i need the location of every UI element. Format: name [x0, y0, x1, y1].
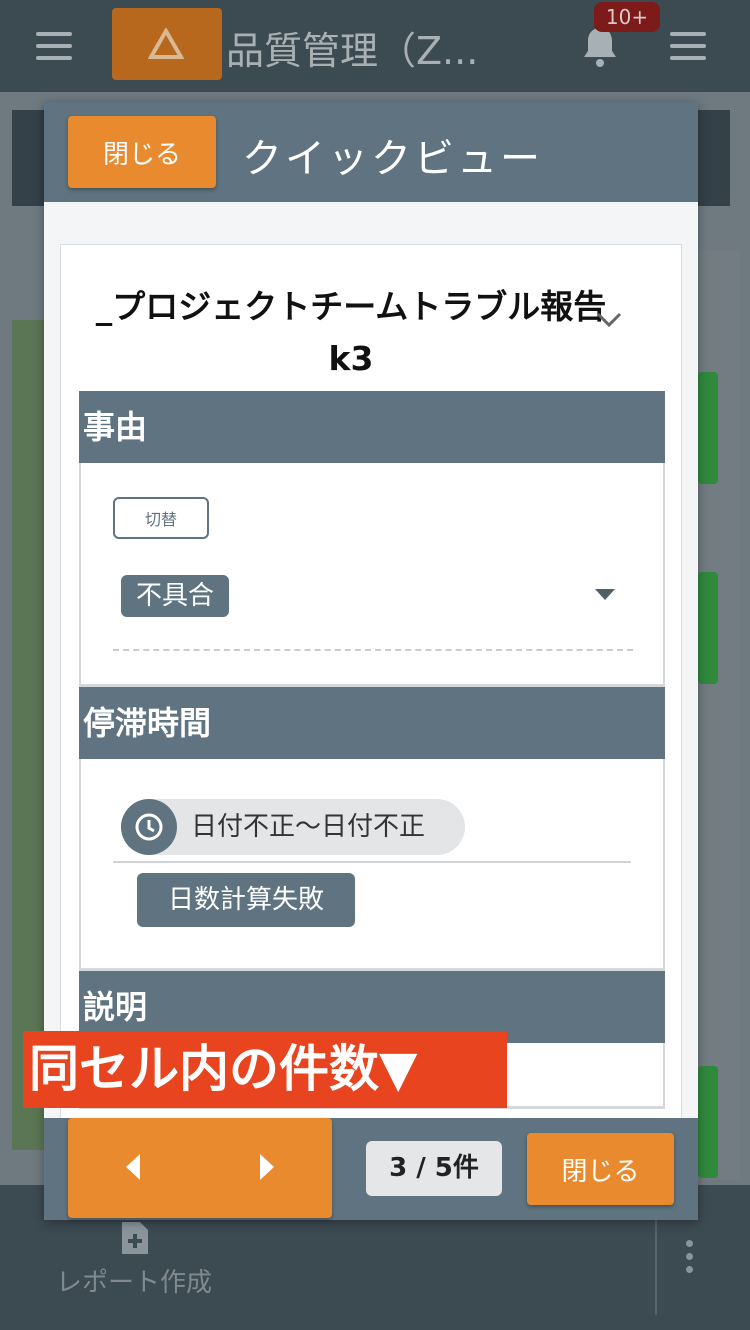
annotation-label: 同セル内の件数▼	[23, 1031, 507, 1108]
chevron-down-icon[interactable]	[595, 311, 623, 329]
modal-title: クイックビュー	[242, 136, 543, 182]
days-calculation-chip: 日数計算失敗	[137, 873, 355, 927]
previous-arrow-icon[interactable]	[126, 1154, 140, 1180]
report-create-label[interactable]: レポート作成	[56, 1262, 212, 1299]
page-count: 3 / 5件	[366, 1141, 502, 1196]
field-underline	[113, 649, 633, 651]
background-event-block	[698, 372, 718, 484]
kebab-menu-icon[interactable]	[686, 1240, 694, 1279]
record-detail-card: _プロジェクトチームトラブル報告k3 事由 切替 不具合 停滞時間 日付不正〜日…	[60, 244, 682, 1124]
date-range-text: 日付不正〜日付不正	[191, 812, 426, 842]
divider	[655, 1215, 657, 1315]
downtime-section-heading: 停滞時間	[79, 687, 665, 759]
reason-value-chip[interactable]: 不具合	[121, 575, 229, 617]
reason-section: 切替 不具合	[79, 463, 665, 687]
close-button-footer[interactable]: 閉じる	[527, 1133, 674, 1205]
date-range-field[interactable]: 日付不正〜日付不正	[121, 799, 465, 855]
clock-icon	[121, 799, 177, 855]
app-top-bar: 品質管理（Z... 10+	[0, 0, 750, 92]
notification-badge: 10+	[594, 2, 660, 32]
add-document-icon[interactable]	[120, 1220, 150, 1256]
pager-navigation	[68, 1118, 332, 1218]
warning-button[interactable]	[112, 8, 222, 80]
next-arrow-icon[interactable]	[260, 1154, 274, 1180]
close-button[interactable]: 閉じる	[68, 116, 216, 188]
background-event-block	[698, 1066, 718, 1178]
dropdown-caret-icon[interactable]	[595, 589, 615, 600]
record-title: _プロジェクトチームトラブル報告k3	[95, 287, 607, 378]
reason-section-heading: 事由	[79, 391, 665, 463]
field-underline	[113, 861, 631, 863]
menu-icon[interactable]	[36, 32, 72, 60]
background-calendar-column	[12, 320, 46, 1150]
downtime-section: 日付不正〜日付不正 日数計算失敗	[79, 759, 665, 971]
toggle-button[interactable]: 切替	[113, 497, 209, 539]
modal-header: 閉じる クイックビュー	[44, 102, 698, 202]
more-menu-icon[interactable]	[670, 32, 706, 60]
app-title: 品質管理（Z...	[226, 29, 479, 73]
warning-triangle-icon	[148, 28, 184, 59]
background-event-block	[698, 572, 718, 684]
